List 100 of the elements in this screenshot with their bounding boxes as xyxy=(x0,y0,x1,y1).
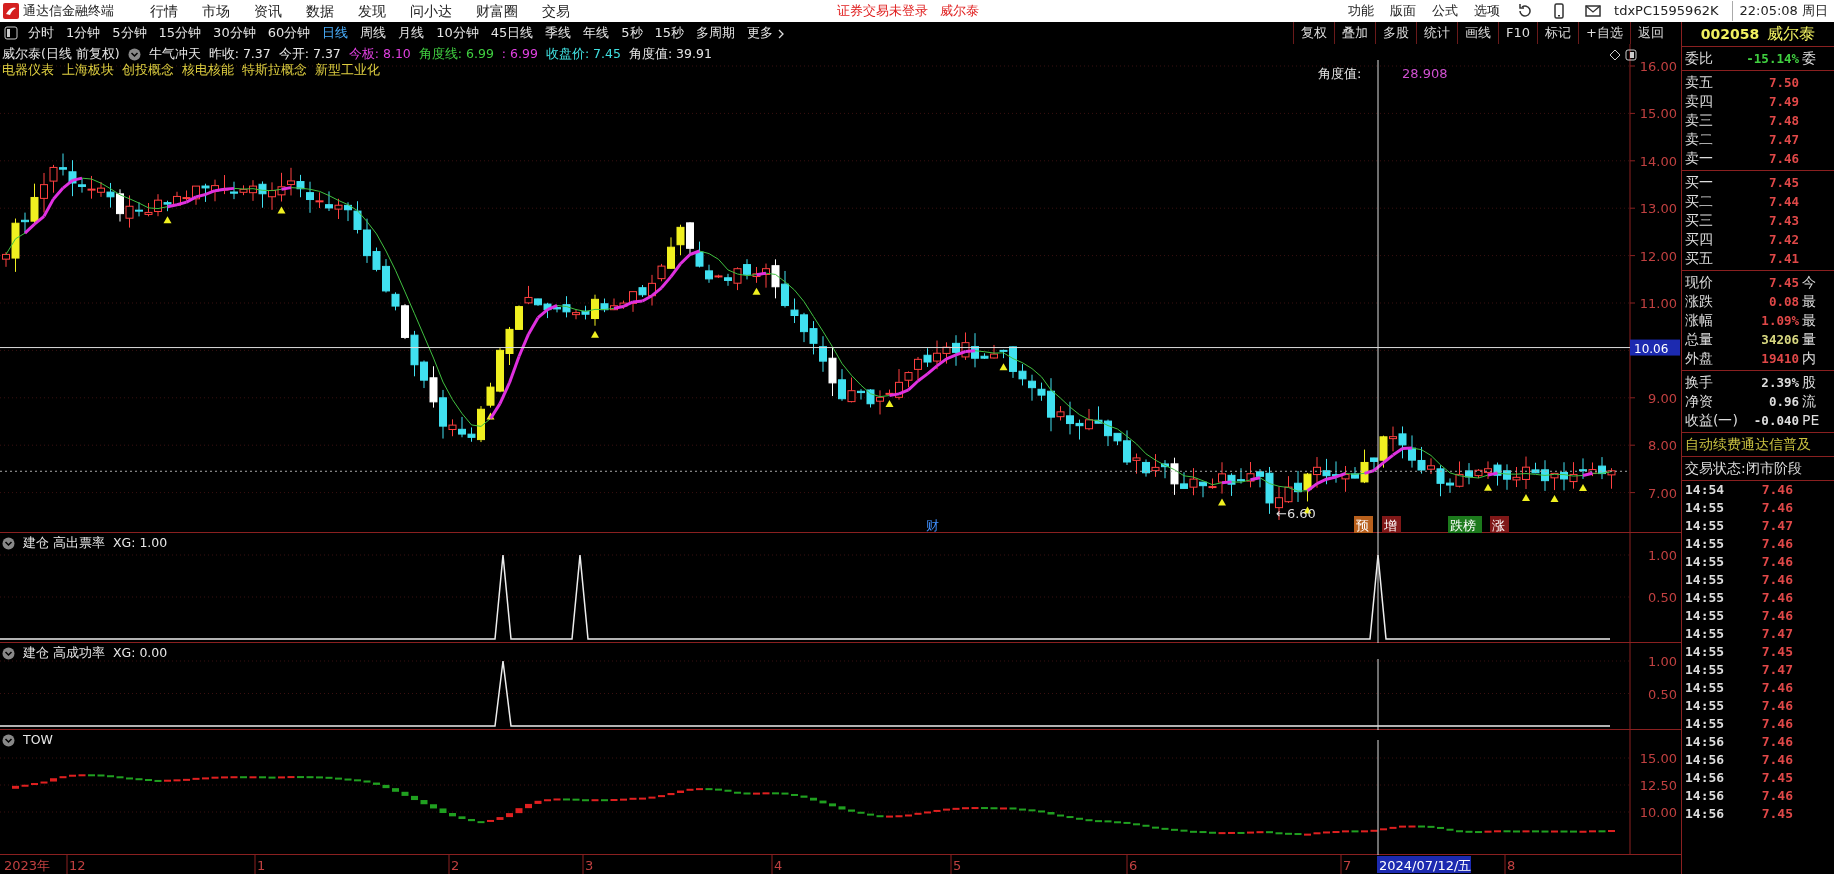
concept-tag[interactable]: 电器仪表 xyxy=(2,62,54,78)
tick-price: 7.45 xyxy=(1760,805,1793,823)
menu-item[interactable]: 交易 xyxy=(530,0,582,22)
panel-toggle-icon[interactable] xyxy=(4,26,18,40)
toolbar-button[interactable]: 多股 xyxy=(1375,22,1417,44)
menu-item[interactable]: 数据 xyxy=(294,0,346,22)
quote-label: 买五 xyxy=(1685,249,1714,268)
quote-label: 流 xyxy=(1801,392,1817,411)
toolbar-button[interactable]: 统计 xyxy=(1416,22,1458,44)
chevron-down-icon[interactable] xyxy=(2,646,15,660)
quote-value: 7.50 xyxy=(1767,74,1799,92)
quote-label: 买三 xyxy=(1685,211,1714,230)
period-tab[interactable]: 季线 xyxy=(539,22,578,44)
mail-icon[interactable] xyxy=(1585,3,1602,19)
menu-item[interactable]: 资讯 xyxy=(242,0,294,22)
period-tab[interactable]: 60分钟 xyxy=(261,22,317,44)
quote-value: 1.09% xyxy=(1760,312,1799,330)
date-label: 2023年 xyxy=(4,858,51,873)
refresh-icon[interactable] xyxy=(1517,3,1534,19)
quote-value: 7.44 xyxy=(1767,193,1799,211)
toolbar-button[interactable]: 叠加 xyxy=(1334,22,1376,44)
menu-item[interactable]: 版面 xyxy=(1382,1,1425,21)
quote-value: 7.45 xyxy=(1767,174,1799,192)
chevron-down-icon[interactable] xyxy=(2,536,15,550)
chart-info-text: 角度线: 6.99 xyxy=(418,46,494,62)
indicator-reading: XG: 0.00 xyxy=(113,645,168,661)
quote-value: -15.14% xyxy=(1745,50,1799,68)
tick-price: 7.46 xyxy=(1760,787,1793,805)
event-marker: 增 xyxy=(1382,516,1401,533)
period-tab[interactable]: 更多 xyxy=(741,22,792,44)
tick-price: 7.46 xyxy=(1760,733,1793,751)
tick-price: 7.47 xyxy=(1760,625,1793,643)
concept-tag[interactable]: 新型工业化 xyxy=(315,62,380,78)
date-label: 8 xyxy=(1507,858,1516,873)
tick-time: 14:55 xyxy=(1685,661,1726,679)
quote-value: 0.96 xyxy=(1767,393,1799,411)
tick-price: 7.46 xyxy=(1760,571,1793,589)
period-tab[interactable]: 45日线 xyxy=(484,22,540,44)
quote-value: 34206 xyxy=(1760,331,1799,349)
tick-price: 7.46 xyxy=(1760,499,1793,517)
tick-time: 14:55 xyxy=(1685,517,1726,535)
menu-item[interactable]: 市场 xyxy=(190,0,242,22)
period-tab[interactable]: 5秒 xyxy=(615,22,649,44)
angle-value: 28.908 xyxy=(1402,66,1448,81)
stock-code: 002058 xyxy=(1700,24,1760,44)
quote-label: 股 xyxy=(1801,373,1817,392)
axis-label: 12.50 xyxy=(1639,778,1677,793)
menu-item[interactable]: 公式 xyxy=(1424,1,1467,21)
date-label: 3 xyxy=(585,858,594,873)
cursor-price-label: 10.06 xyxy=(1630,339,1680,356)
period-tab[interactable]: 月线 xyxy=(392,22,431,44)
tick-time: 14:56 xyxy=(1685,769,1726,787)
period-tab[interactable]: 周线 xyxy=(354,22,393,44)
tick-price: 7.46 xyxy=(1760,751,1793,769)
login-notice[interactable]: 证券交易未登录 xyxy=(837,1,928,21)
period-tab[interactable]: 5分钟 xyxy=(106,22,153,44)
tick-price: 7.46 xyxy=(1760,481,1793,499)
period-tab[interactable]: 分时 xyxy=(22,22,60,44)
menu-item[interactable]: 功能 xyxy=(1340,1,1383,21)
toolbar-button[interactable]: +自选 xyxy=(1578,22,1630,44)
period-tab[interactable]: 日线 xyxy=(316,22,355,44)
toolbar-button[interactable]: 画线 xyxy=(1457,22,1499,44)
tick-time: 14:55 xyxy=(1685,553,1726,571)
concept-tag[interactable]: 核电核能 xyxy=(182,62,234,78)
event-marker: 财 xyxy=(926,518,939,533)
period-tab[interactable]: 多周期 xyxy=(690,22,742,44)
period-tab[interactable]: 1分钟 xyxy=(60,22,107,44)
concept-tag[interactable]: 上海板块 xyxy=(62,62,114,78)
toolbar-button[interactable]: 标记 xyxy=(1537,22,1579,44)
axis-label: 0.50 xyxy=(1648,590,1677,605)
toolbar-button[interactable]: F10 xyxy=(1498,22,1538,44)
notice-text[interactable]: 自动续费通达信普及 xyxy=(1682,435,1834,454)
tick-price: 7.45 xyxy=(1760,643,1793,661)
chevron-icon xyxy=(777,28,786,39)
chart-info-text: 昨收: 7.37 xyxy=(208,46,271,62)
menu-item[interactable]: 选项 xyxy=(1466,1,1509,21)
period-tab[interactable]: 10分钟 xyxy=(430,22,485,44)
period-tab[interactable]: 15秒 xyxy=(648,22,691,44)
chevron-down-icon[interactable] xyxy=(2,733,15,747)
indicator-title: 建仓 高成功率 xyxy=(23,645,105,661)
period-tab[interactable]: 30分钟 xyxy=(207,22,262,44)
price-axis-label: 8.00 xyxy=(1648,438,1677,454)
quote-label: 委比 xyxy=(1685,49,1714,68)
app-logo-icon xyxy=(3,3,19,19)
tick-time: 14:54 xyxy=(1685,481,1726,499)
concept-tag[interactable]: 创投概念 xyxy=(122,62,174,78)
quote-value: 7.43 xyxy=(1767,212,1799,230)
chevron-down-icon[interactable] xyxy=(127,47,141,61)
tick-price: 7.47 xyxy=(1760,661,1793,679)
menu-item[interactable]: 发现 xyxy=(346,0,398,22)
menu-item[interactable]: 行情 xyxy=(138,0,190,22)
period-tab[interactable]: 15分钟 xyxy=(152,22,208,44)
menu-item[interactable]: 财富圈 xyxy=(464,0,530,22)
toolbar-button[interactable]: 复权 xyxy=(1293,22,1335,44)
toolbar-button[interactable]: 返回 xyxy=(1630,22,1671,44)
chart-info-text: 今开: 7.37 xyxy=(278,46,341,62)
period-tab[interactable]: 年线 xyxy=(577,22,616,44)
tick-time: 14:55 xyxy=(1685,715,1726,733)
menu-item[interactable]: 问小达 xyxy=(398,0,464,22)
concept-tag[interactable]: 特斯拉概念 xyxy=(242,62,307,78)
